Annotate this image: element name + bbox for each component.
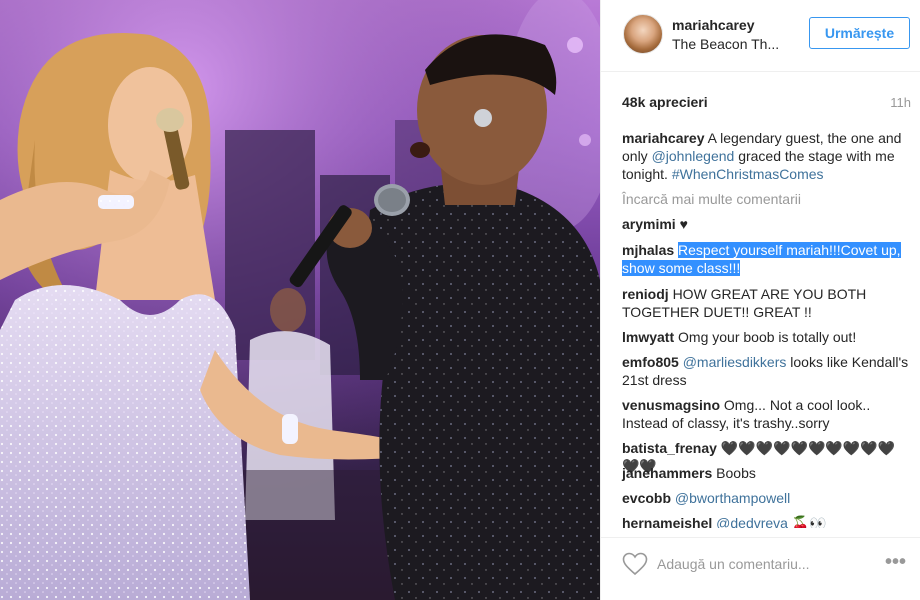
comment-username[interactable]: lmwyatt <box>622 329 674 345</box>
likes-count[interactable]: 48k aprecieri <box>622 94 708 110</box>
comment-item: arymimi ♥ <box>622 215 912 233</box>
post-timestamp[interactable]: 11h <box>890 95 911 110</box>
comment-username[interactable]: mjhalas <box>622 242 674 258</box>
comment-username[interactable]: hernameishel <box>622 515 712 528</box>
post-header: mariahcarey The Beacon Th... Urmărește <box>601 0 920 72</box>
comment-mention[interactable]: @bworthampowell <box>675 490 790 506</box>
add-comment-input[interactable] <box>657 551 877 577</box>
comment-mention[interactable]: @dedvreva <box>716 515 788 528</box>
caption-mention[interactable]: @johnlegend <box>652 148 735 164</box>
caption-username[interactable]: mariahcarey <box>622 130 705 146</box>
comment-text: Boobs <box>716 465 756 481</box>
comment-item: evcobb @bworthampowell <box>622 489 912 507</box>
post-stats: 48k aprecieri 11h <box>601 92 920 114</box>
comment-username[interactable]: batista_frenay <box>622 440 717 456</box>
like-heart-icon[interactable] <box>622 552 648 576</box>
comment-item: reniodj HOW GREAT ARE YOU BOTH TOGETHER … <box>622 285 912 321</box>
comment-text: ♥ <box>679 216 688 232</box>
comment-item: hernameishel @dedvreva 🍒👀 <box>622 514 912 528</box>
post-author-username[interactable]: mariahcarey <box>672 17 755 33</box>
comment-item: venusmagsino Omg... Not a cool look.. In… <box>622 396 912 432</box>
comment-mention[interactable]: @marliesdikkers <box>683 354 787 370</box>
comment-item: mjhalas Respect yourself mariah!!!Covet … <box>622 241 912 277</box>
more-options-icon[interactable]: ••• <box>885 552 906 572</box>
follow-button[interactable]: Urmărește <box>809 17 910 49</box>
comment-item: lmwyatt Omg your boob is totally out! <box>622 328 912 346</box>
comment-username[interactable]: emfo805 <box>622 354 679 370</box>
concert-photo-illustration <box>0 0 600 600</box>
avatar[interactable] <box>623 14 663 54</box>
post-side-panel: mariahcarey The Beacon Th... Urmărește 4… <box>600 0 920 600</box>
caption-hashtag[interactable]: #WhenChristmasComes <box>672 166 824 182</box>
post-location[interactable]: The Beacon Th... <box>672 36 779 52</box>
comment-username[interactable]: venusmagsino <box>622 397 720 413</box>
post-photo[interactable] <box>0 0 600 600</box>
comment-username[interactable]: reniodj <box>622 286 669 302</box>
load-more-comments-link[interactable]: Încarcă mai multe comentarii <box>622 191 801 207</box>
comment-text: Omg your boob is totally out! <box>678 329 857 345</box>
comments-list[interactable]: mariahcarey A legendary guest, the one a… <box>601 126 920 528</box>
comment-footer: ••• <box>601 537 920 600</box>
comment-username[interactable]: evcobb <box>622 490 671 506</box>
comment-text: 🍒👀 <box>787 515 827 528</box>
comment-username[interactable]: arymimi <box>622 216 676 232</box>
comment-item: janehammers Boobs <box>622 464 912 482</box>
post-caption: mariahcarey A legendary guest, the one a… <box>622 129 912 183</box>
comment-item: emfo805 @marliesdikkers looks like Kenda… <box>622 353 912 389</box>
comment-username[interactable]: janehammers <box>622 465 712 481</box>
